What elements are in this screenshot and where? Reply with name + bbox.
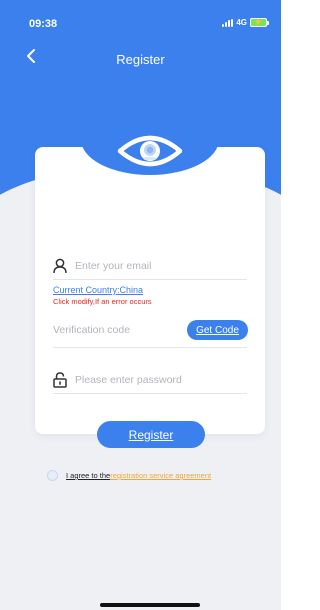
register-screen: 09:38 4G ⚡ Register Enter your email Cur…: [0, 0, 281, 610]
status-time: 09:38: [29, 18, 58, 30]
agreement-link[interactable]: registration service agreement: [110, 471, 211, 480]
network-label: 4G: [236, 18, 247, 27]
status-indicators: 4G ⚡: [222, 18, 269, 27]
current-country-link[interactable]: Current Country:China: [53, 285, 143, 295]
verification-code-input[interactable]: [53, 321, 173, 339]
agreement-line: I agree to theregistration service agree…: [66, 471, 211, 480]
home-indicator: [100, 603, 200, 607]
signal-icon: [222, 18, 234, 27]
eye-logo-icon: [117, 135, 183, 167]
register-button[interactable]: Register: [97, 421, 205, 448]
email-input[interactable]: [75, 257, 245, 275]
lock-icon: [53, 372, 67, 388]
password-row: [53, 370, 247, 394]
battery-icon: ⚡: [250, 18, 269, 27]
page-title: Register: [116, 52, 165, 67]
status-bar: 09:38 4G ⚡: [0, 0, 281, 30]
agreement-prefix: I agree to the: [66, 471, 111, 480]
agreement-checkbox[interactable]: [47, 470, 58, 481]
user-icon: [53, 258, 67, 274]
error-hint: Click modify,If an error occurs: [53, 297, 152, 306]
password-input[interactable]: [75, 371, 245, 389]
get-code-button[interactable]: Get Code: [187, 320, 248, 340]
charging-icon: ⚡: [254, 19, 263, 26]
email-row: [53, 256, 247, 280]
